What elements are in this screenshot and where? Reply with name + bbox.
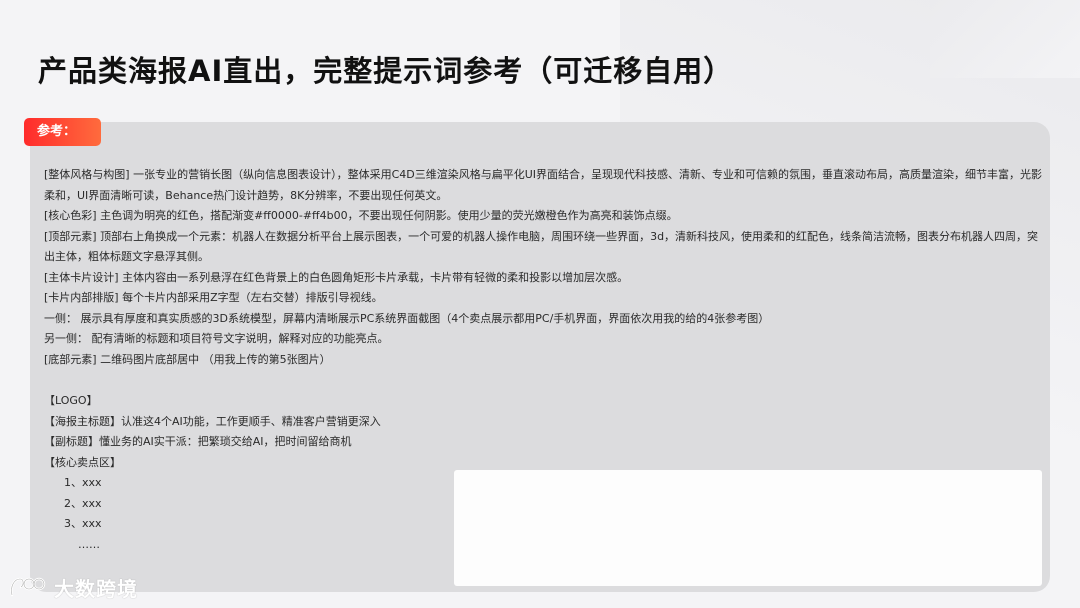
prompt-content: [整体风格与构图] 一张专业的营销长图（纵向信息图表设计），整体采用C4D三维渲… — [44, 165, 1044, 555]
paragraph-color: [核心色彩] 主色调为明亮的红色，搭配渐变#ff0000-#ff4b00，不要出… — [44, 209, 678, 222]
paragraph-top-element: [顶部元素] 顶部右上角换成一个元素：机器人在数据分析平台上展示图表，一个可爱的… — [44, 229, 1039, 264]
brand-mark-icon — [10, 577, 46, 597]
section-selling-points: 【核心卖点区】 — [44, 455, 121, 469]
section-logo: 【LOGO】 — [44, 394, 98, 407]
reference-tag: 参考： — [24, 118, 101, 146]
paragraph-side-one: 一侧： 展示具有厚度和真实质感的3D系统模型，屏幕内清晰展示PC系统界面截图（4… — [44, 311, 770, 325]
section-main-title: 【海报主标题】认准这4个AI功能，工作更顺手、精准客户营销更深入 — [44, 414, 381, 428]
paragraph-style: [整体风格与构图] 一张专业的营销长图（纵向信息图表设计），整体采用C4D三维渲… — [44, 168, 1043, 202]
list-item: 2、xxx — [64, 496, 102, 510]
paragraph-side-two: 另一侧： 配有清晰的标题和项目符号文字说明，解释对应的功能亮点。 — [44, 332, 389, 345]
ellipsis: …… — [78, 537, 100, 551]
corner-decoration — [930, 0, 1080, 78]
page-title: 产品类海报AI直出，完整提示词参考（可迁移自用） — [38, 54, 734, 88]
paragraph-card-layout: [卡片内部排版] 每个卡片内部采用Z字型（左右交替）排版引导视线。 — [44, 291, 383, 304]
list-item: 1、xxx — [64, 476, 102, 489]
section-subtitle: 【副标题】懂业务的AI实干派：把繁琐交给AI，把时间留给商机 — [44, 435, 352, 448]
brand-logo: 大数跨境 — [8, 572, 138, 602]
list-item: 3、xxx — [64, 517, 102, 530]
paragraph-card-design: [主体卡片设计] 主体内容由一系列悬浮在红色背景上的白色圆角矩形卡片承载，卡片带… — [44, 270, 629, 284]
brand-name: 大数跨境 — [54, 576, 138, 601]
paragraph-bottom-element: [底部元素] 二维码图片底部居中 （用我上传的第5张图片） — [44, 352, 331, 366]
